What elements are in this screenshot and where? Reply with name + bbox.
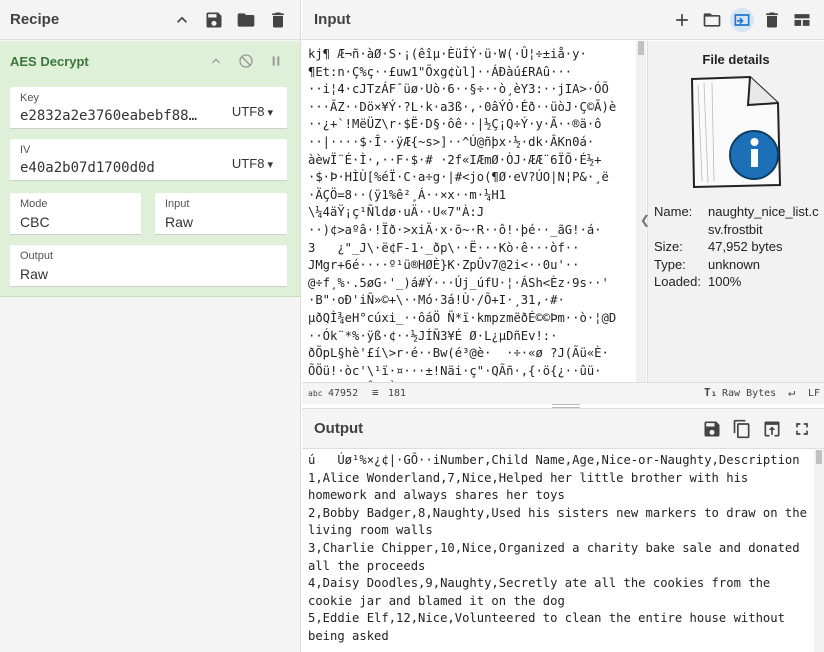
save-recipe-icon[interactable] bbox=[202, 8, 226, 32]
input-format-label: Input bbox=[165, 198, 190, 210]
clear-input-trash-icon[interactable] bbox=[760, 8, 784, 32]
input-title: Input bbox=[314, 11, 351, 28]
disable-operation-icon[interactable] bbox=[234, 49, 258, 73]
output-pane: Output ú Úø¹%×¿¢|·GÕ··iNumber,Child Name… bbox=[302, 408, 824, 652]
collapse-chevron-up-icon[interactable] bbox=[170, 8, 194, 32]
output-format-label: Output bbox=[20, 250, 54, 262]
mode-field[interactable]: Mode CBC bbox=[10, 193, 141, 235]
file-details-table: Name: naughty_nice_list.csv.frostbit Size… bbox=[654, 203, 824, 291]
key-input[interactable]: e2832a2e3760eabebf88… bbox=[20, 108, 208, 124]
output-format-select[interactable]: Raw bbox=[20, 266, 48, 282]
file-type-value: unknown bbox=[708, 256, 761, 272]
key-format-dropdown[interactable]: UTF8 bbox=[232, 104, 273, 119]
replace-input-with-output-icon[interactable] bbox=[760, 417, 784, 441]
copy-output-icon[interactable] bbox=[730, 417, 754, 441]
type-label: Type: bbox=[654, 256, 686, 272]
mode-select[interactable]: CBC bbox=[20, 214, 50, 230]
file-size-value: 47,952 bytes bbox=[708, 239, 783, 254]
chr-encoding[interactable]: Raw Bytes bbox=[722, 388, 776, 399]
add-input-plus-icon[interactable] bbox=[670, 8, 694, 32]
input-header: Input bbox=[302, 0, 824, 40]
reset-layout-icon[interactable] bbox=[790, 8, 814, 32]
eol-sequence[interactable]: LF bbox=[808, 388, 820, 399]
input-pane: Input kj¶ Æ¬ñ·àØ·S·¡(êîµ·ÈüÍÝ·ü·W(·Û¦÷±i… bbox=[302, 0, 824, 410]
length-icon: abc bbox=[308, 389, 323, 398]
mode-label: Mode bbox=[20, 198, 48, 210]
size-label: Size: bbox=[654, 239, 683, 254]
iv-field[interactable]: IV e40a2b07d1700d0d UTF8 bbox=[10, 139, 287, 181]
file-details-panel: ❮ File details Name: naughty_nice_list.cs… bbox=[640, 41, 824, 382]
aes-decrypt-operation[interactable]: AES Decrypt Key e2832a2e3760eabebf88… UT… bbox=[0, 41, 300, 297]
input-status-bar: abc 47952 ≡ 181 T₁ Raw Bytes ↵ LF bbox=[302, 382, 824, 404]
name-label: Name: bbox=[654, 204, 693, 219]
loaded-value: 100% bbox=[708, 274, 742, 289]
open-file-input-icon[interactable] bbox=[730, 7, 754, 32]
file-details-title: File details bbox=[702, 52, 770, 67]
output-format-field[interactable]: Output Raw bbox=[10, 245, 287, 287]
input-scrollbar[interactable] bbox=[636, 41, 646, 382]
input-textarea[interactable]: kj¶ Æ¬ñ·àØ·S·¡(êîµ·ÈüÍÝ·ü·W(·Û¦÷±iå·y· ¶… bbox=[308, 46, 636, 382]
recipe-header: Recipe bbox=[0, 0, 300, 40]
input-lines: 181 bbox=[388, 388, 407, 399]
clear-recipe-trash-icon[interactable] bbox=[266, 8, 290, 32]
recipe-pane: Recipe AES Decrypt Key e2832a2e3760eabeb… bbox=[0, 0, 301, 652]
key-label: Key bbox=[20, 92, 39, 104]
output-scrollbar[interactable] bbox=[814, 450, 824, 652]
input-format-field[interactable]: Input Raw bbox=[155, 193, 287, 235]
input-length: 47952 bbox=[328, 388, 359, 399]
save-output-icon[interactable] bbox=[700, 417, 724, 441]
input-format-select[interactable]: Raw bbox=[165, 214, 193, 230]
key-field[interactable]: Key e2832a2e3760eabebf88… UTF8 bbox=[10, 87, 287, 129]
recipe-title: Recipe bbox=[10, 11, 60, 28]
output-title: Output bbox=[314, 420, 364, 437]
lines-icon: ≡ bbox=[372, 386, 379, 399]
open-folder-icon[interactable] bbox=[700, 8, 724, 32]
file-name-value: naughty_nice_list.csv.frostbit bbox=[708, 204, 819, 237]
file-icon bbox=[690, 75, 782, 189]
iv-label: IV bbox=[20, 144, 31, 156]
chevron-up-icon[interactable] bbox=[204, 49, 228, 73]
output-textarea[interactable]: ú Úø¹%×¿¢|·GÕ··iNumber,Child Name,Age,Ni… bbox=[308, 452, 813, 652]
text-encoding-icon[interactable]: T₁ bbox=[704, 386, 717, 399]
maximise-output-icon[interactable] bbox=[790, 417, 814, 441]
collapse-details-arrow-icon[interactable]: ❮ bbox=[640, 213, 650, 227]
operation-title: AES Decrypt bbox=[10, 53, 89, 69]
eol-arrow-icon[interactable]: ↵ bbox=[788, 385, 795, 399]
output-header: Output bbox=[302, 409, 824, 449]
iv-input[interactable]: e40a2b07d1700d0d bbox=[20, 160, 155, 176]
load-recipe-folder-icon[interactable] bbox=[234, 8, 258, 32]
pause-breakpoint-icon[interactable] bbox=[264, 49, 288, 73]
iv-format-dropdown[interactable]: UTF8 bbox=[232, 156, 273, 171]
loaded-label: Loaded: bbox=[654, 274, 701, 289]
